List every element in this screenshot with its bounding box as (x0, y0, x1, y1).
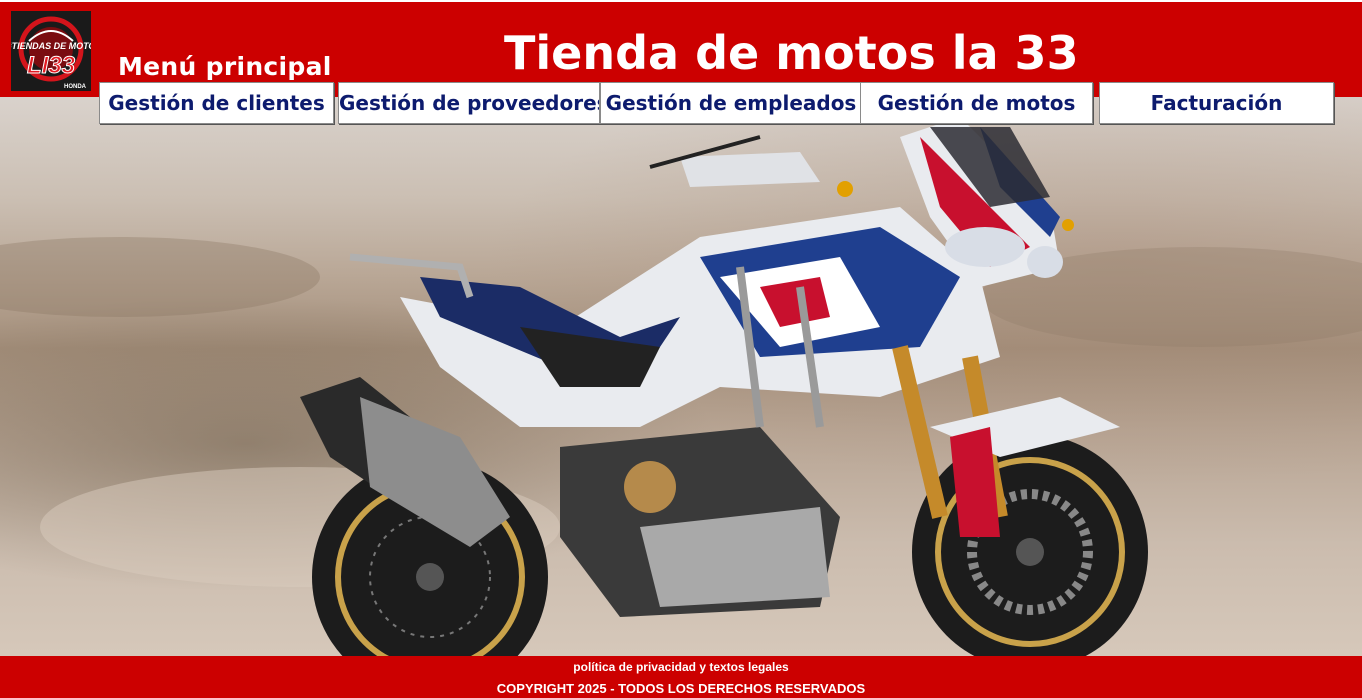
nav-button-billing[interactable]: Facturación (1099, 82, 1334, 124)
hero-motorcycle-image (0, 97, 1362, 656)
privacy-policy-link[interactable]: política de privacidad y textos legales (0, 660, 1362, 674)
svg-text:HONDA: HONDA (64, 84, 87, 90)
page-title: Tienda de motos la 33 (504, 26, 1079, 80)
motorcycle-illustration (0, 117, 1362, 656)
nav-button-employees[interactable]: Gestión de empleados (600, 82, 862, 124)
svg-text:#TIENDAS DE MOTO: #TIENDAS DE MOTO (11, 41, 91, 51)
main-menu-label: Menú principal (118, 52, 332, 81)
front-wheel (912, 434, 1148, 656)
store-logo[interactable]: #TIENDAS DE MOTO LI33 HONDA (11, 11, 91, 91)
copyright-text: COPYRIGHT 2025 - TODOS LOS DERECHOS RESE… (496, 681, 866, 696)
nav-button-motorcycles[interactable]: Gestión de motos (860, 82, 1093, 124)
svg-text:LI33: LI33 (27, 52, 76, 79)
nav-button-clients[interactable]: Gestión de clientes (99, 82, 334, 124)
nav-button-suppliers[interactable]: Gestión de proveedores (338, 82, 600, 124)
footer-bar: política de privacidad y textos legales … (0, 656, 1362, 698)
store-logo-icon: #TIENDAS DE MOTO LI33 HONDA (11, 11, 91, 91)
